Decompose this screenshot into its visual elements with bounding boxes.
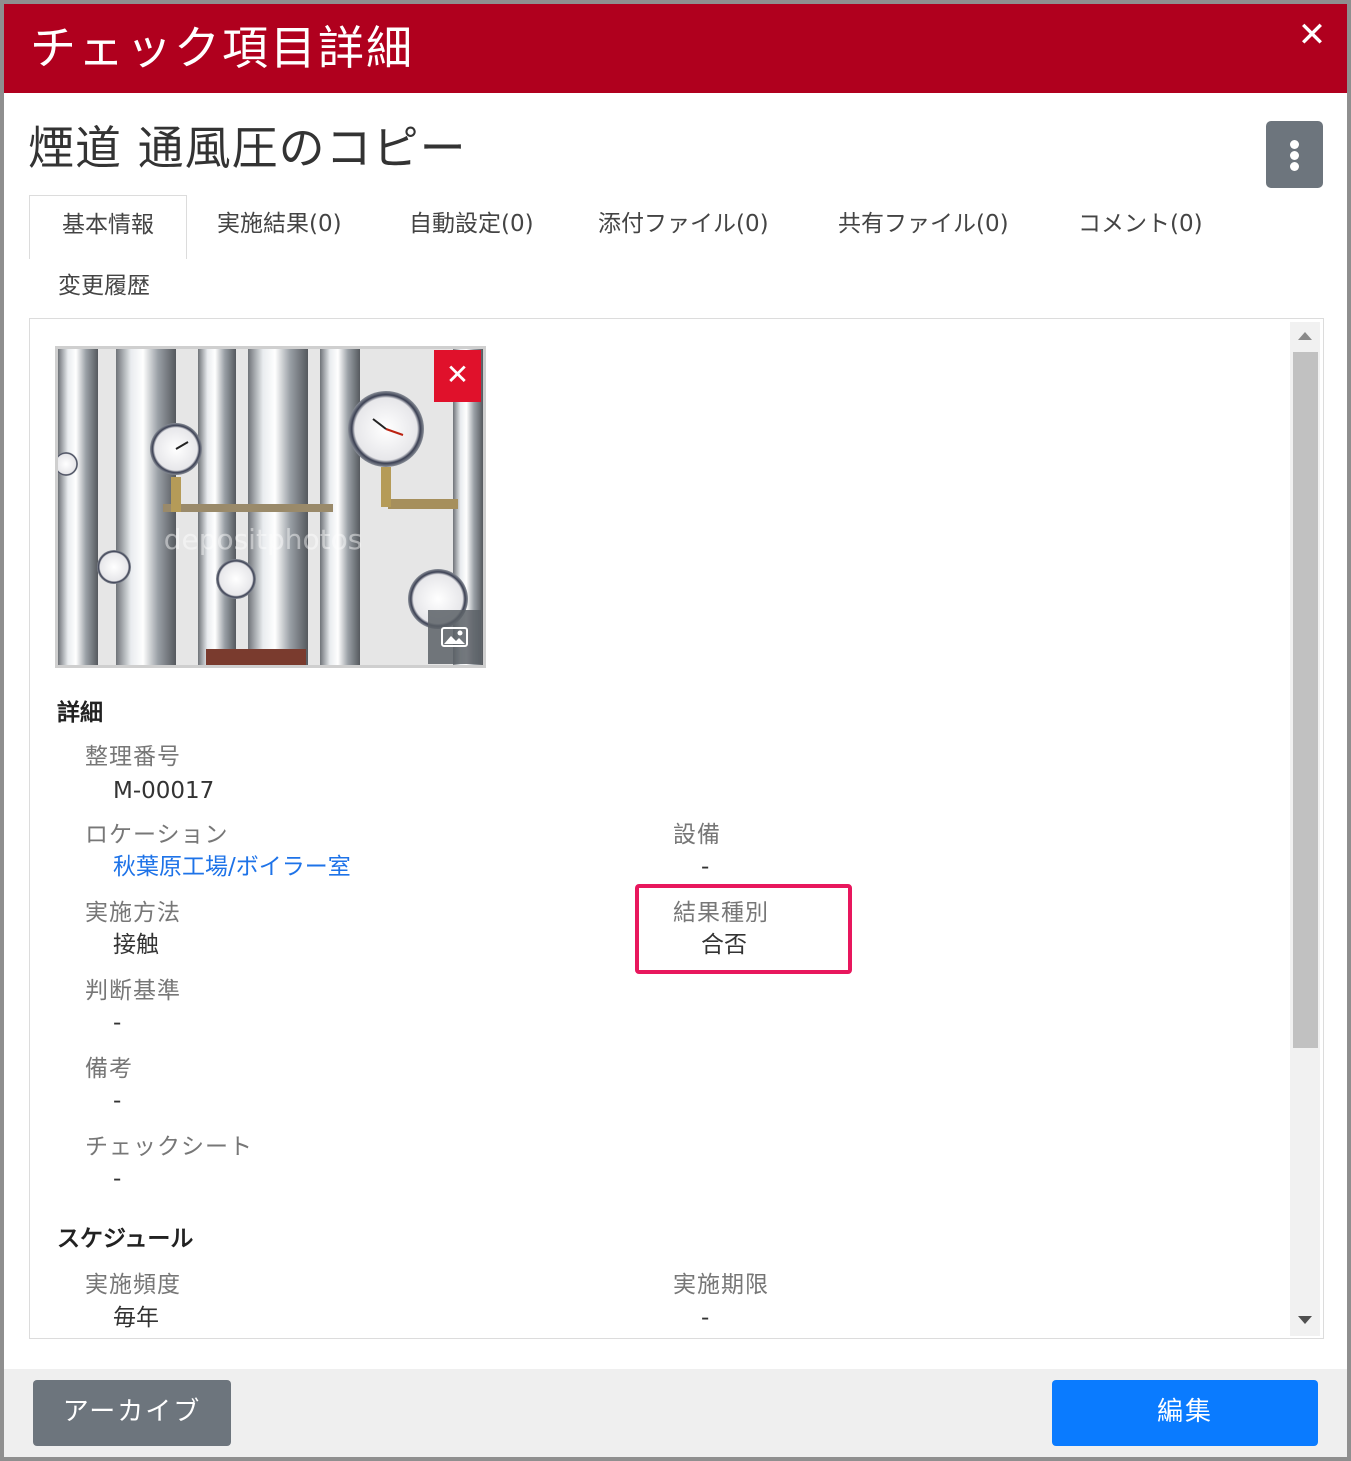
details-section-title: 詳細 xyxy=(57,700,103,726)
frequency-label: 実施頻度 xyxy=(85,1272,181,1298)
dialog-title: チェック項目詳細 xyxy=(30,21,414,75)
scroll-up-icon[interactable] xyxy=(1298,332,1312,340)
check-sheet-label: チェックシート xyxy=(85,1134,253,1160)
kebab-menu-icon[interactable] xyxy=(1266,121,1323,188)
method-label: 実施方法 xyxy=(85,900,181,926)
close-icon[interactable]: ✕ xyxy=(1297,18,1327,52)
location-link[interactable]: 秋葉原工場/ボイラー室 xyxy=(113,852,351,882)
tab-comments[interactable]: コメント(0) xyxy=(1078,209,1203,239)
schedule-section-title: スケジュール xyxy=(57,1226,194,1252)
criteria-value: - xyxy=(113,1010,122,1036)
notes-label: 備考 xyxy=(85,1056,133,1082)
deadline-label: 実施期限 xyxy=(673,1272,769,1298)
image-icon[interactable] xyxy=(428,610,481,664)
edit-button[interactable]: 編集 xyxy=(1052,1380,1318,1446)
check-sheet-value: - xyxy=(113,1166,122,1192)
dialog-header: チェック項目詳細 ✕ xyxy=(4,4,1347,93)
method-value: 接触 xyxy=(113,932,159,958)
delete-photo-button[interactable]: ✕ xyxy=(434,350,481,402)
notes-value: - xyxy=(113,1088,122,1114)
tab-attachments[interactable]: 添付ファイル(0) xyxy=(598,209,769,239)
equipment-label: 設備 xyxy=(673,822,721,848)
result-type-label: 結果種別 xyxy=(673,900,769,926)
tab-auto-settings[interactable]: 自動設定(0) xyxy=(409,209,534,239)
location-label: ロケーション xyxy=(85,822,229,848)
control-number-label: 整理番号 xyxy=(85,744,181,770)
tab-results[interactable]: 実施結果(0) xyxy=(217,209,342,239)
tab-history[interactable]: 変更履歴 xyxy=(58,271,150,301)
scrollbar-thumb[interactable] xyxy=(1293,352,1318,1048)
scroll-down-icon[interactable] xyxy=(1298,1316,1312,1324)
equipment-value: - xyxy=(701,854,710,880)
frequency-value: 毎年 xyxy=(113,1305,159,1331)
archive-button[interactable]: アーカイブ xyxy=(33,1380,231,1446)
equipment-photo[interactable]: depositphotos xyxy=(55,346,486,668)
svg-text:depositphotos: depositphotos xyxy=(164,523,363,556)
criteria-label: 判断基準 xyxy=(85,978,181,1004)
deadline-value: - xyxy=(701,1305,710,1331)
control-number-value: M-00017 xyxy=(113,778,215,804)
item-name: 煙道 通風圧のコピー xyxy=(28,121,467,175)
result-type-value: 合否 xyxy=(701,932,747,958)
tab-shared-files[interactable]: 共有ファイル(0) xyxy=(838,209,1009,239)
tab-basic-info[interactable]: 基本情報 xyxy=(29,195,187,259)
